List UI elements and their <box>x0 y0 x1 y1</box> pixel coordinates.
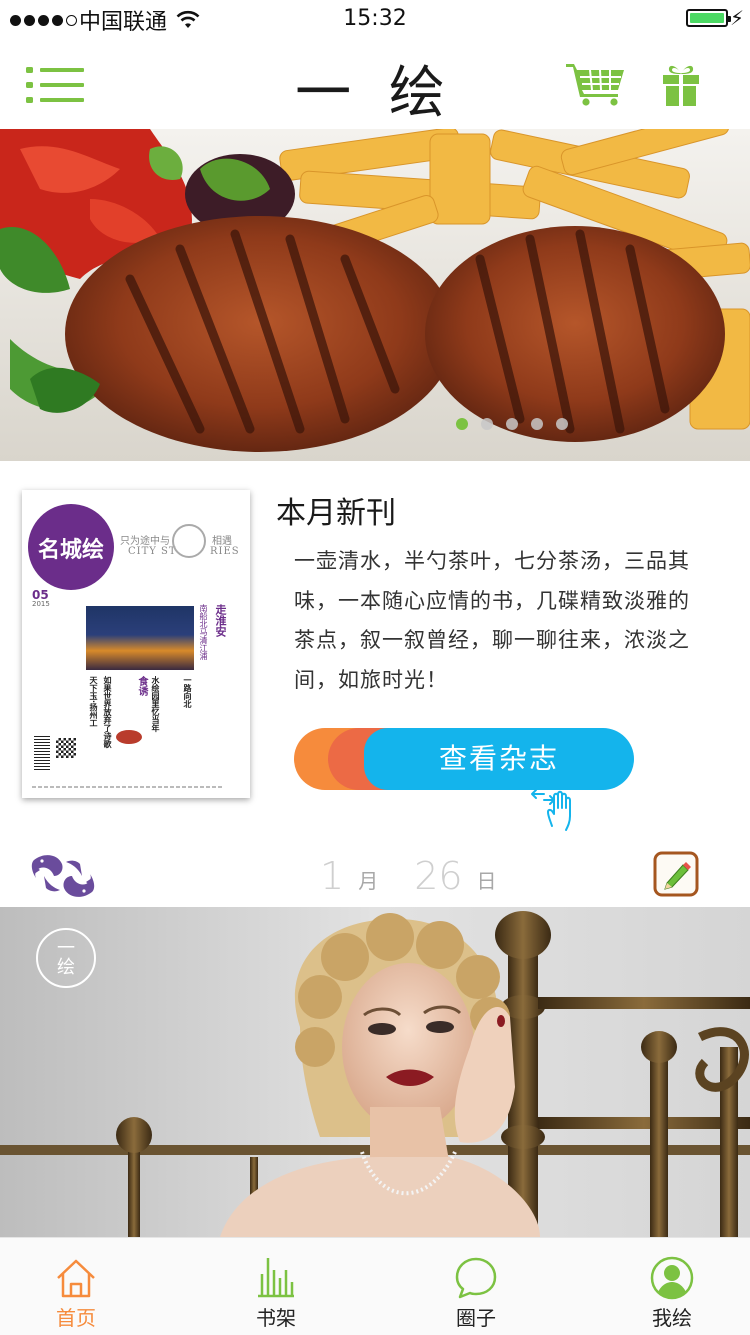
cover-footer-line <box>32 786 222 788</box>
chat-bubble-icon <box>455 1257 497 1299</box>
cover-emblem <box>172 524 206 558</box>
cover-sub-side: 南船北马清江浦 <box>199 604 208 660</box>
banner-food-image <box>0 129 750 461</box>
tab-profile-label: 我绘 <box>652 1306 692 1330</box>
photo-brand-badge[interactable]: 一 绘 <box>36 928 96 988</box>
swipe-hand-icon <box>531 789 571 831</box>
cover-food-image <box>116 730 142 744</box>
date-day-unit: 日 <box>476 869 497 893</box>
date-display: 1 月 26 日 <box>320 856 533 896</box>
cover-headline-side: 走淮安 <box>214 604 227 637</box>
tab-home[interactable]: 首页 <box>16 1238 136 1335</box>
tab-circle-label: 圈子 <box>456 1306 496 1330</box>
tab-profile[interactable]: 我绘 <box>612 1238 732 1335</box>
featured-portrait-photo[interactable] <box>0 907 750 1237</box>
hero-banner-food[interactable] <box>0 129 750 461</box>
gift-icon[interactable] <box>662 62 700 106</box>
tab-bookshelf[interactable]: 书架 <box>216 1238 336 1335</box>
date-month: 1 <box>320 854 345 898</box>
edit-pencil-icon[interactable] <box>653 851 699 897</box>
magazine-cover[interactable]: 名城绘 只为途中与 相遇 CITY ST RIES 05 2015 走淮安 南船… <box>22 490 250 798</box>
status-bar: 中国联通 15:32 ⚡ <box>0 0 750 40</box>
bottom-tab-bar: 首页 书架 圈子 我绘 <box>0 1237 750 1335</box>
view-magazine-button-group: 查看杂志 <box>294 728 634 790</box>
section-title-new-issue: 本月新刊 <box>276 496 396 531</box>
cover-tagline-2: 相遇 <box>212 536 232 547</box>
cover-barcode <box>34 736 50 772</box>
app-brand-title: 一 绘 <box>295 61 455 126</box>
top-nav-bar: 一 绘 <box>0 40 750 129</box>
tab-circle[interactable]: 圈子 <box>416 1238 536 1335</box>
date-day: 26 <box>414 854 463 898</box>
badge-line2: 绘 <box>57 957 75 978</box>
pisces-zodiac-icon <box>31 855 95 897</box>
cover-ries-text: RIES <box>210 546 240 557</box>
cover-col3: 食诱 <box>136 676 147 696</box>
bookshelf-icon <box>258 1258 294 1298</box>
badge-line1: 一 <box>57 938 75 959</box>
banner-dot[interactable] <box>531 418 543 430</box>
cover-col5: 天下玉·扬州工 <box>89 676 98 728</box>
cover-photo <box>86 606 194 670</box>
charging-bolt-icon: ⚡ <box>729 6 744 30</box>
cover-year: 2015 <box>32 600 50 608</box>
tab-bookshelf-label: 书架 <box>256 1306 296 1330</box>
status-time: 15:32 <box>343 6 407 31</box>
cover-qrcode <box>56 738 76 758</box>
portrait-image <box>0 907 750 1237</box>
home-icon <box>57 1259 95 1298</box>
banner-dot[interactable] <box>456 418 468 430</box>
profile-icon <box>650 1256 694 1300</box>
banner-dot[interactable] <box>506 418 518 430</box>
cover-city-text: CITY ST <box>128 546 177 557</box>
cover-tagline: 只为途中与 <box>120 536 170 547</box>
date-month-unit: 月 <box>358 869 379 893</box>
cart-icon[interactable] <box>566 62 626 106</box>
view-magazine-button[interactable]: 查看杂志 <box>364 728 634 790</box>
banner-dot[interactable] <box>481 418 493 430</box>
battery-icon <box>686 9 731 27</box>
cover-col2: 水绘园里忆当年 <box>151 676 160 732</box>
magazine-description: 一壶清水，半勺茶叶，七分茶汤，三品其味，一本随心应情的书，几碟精致淡雅的茶点，叙… <box>294 549 690 692</box>
banner-pagination <box>456 418 568 430</box>
cover-col1: 一路向北 <box>183 676 192 708</box>
banner-dot[interactable] <box>556 418 568 430</box>
cover-col4: 如果世界放弃了诗歌 <box>103 676 112 748</box>
cover-logo-text: 名城绘 <box>37 538 104 563</box>
tab-home-label: 首页 <box>56 1306 96 1330</box>
